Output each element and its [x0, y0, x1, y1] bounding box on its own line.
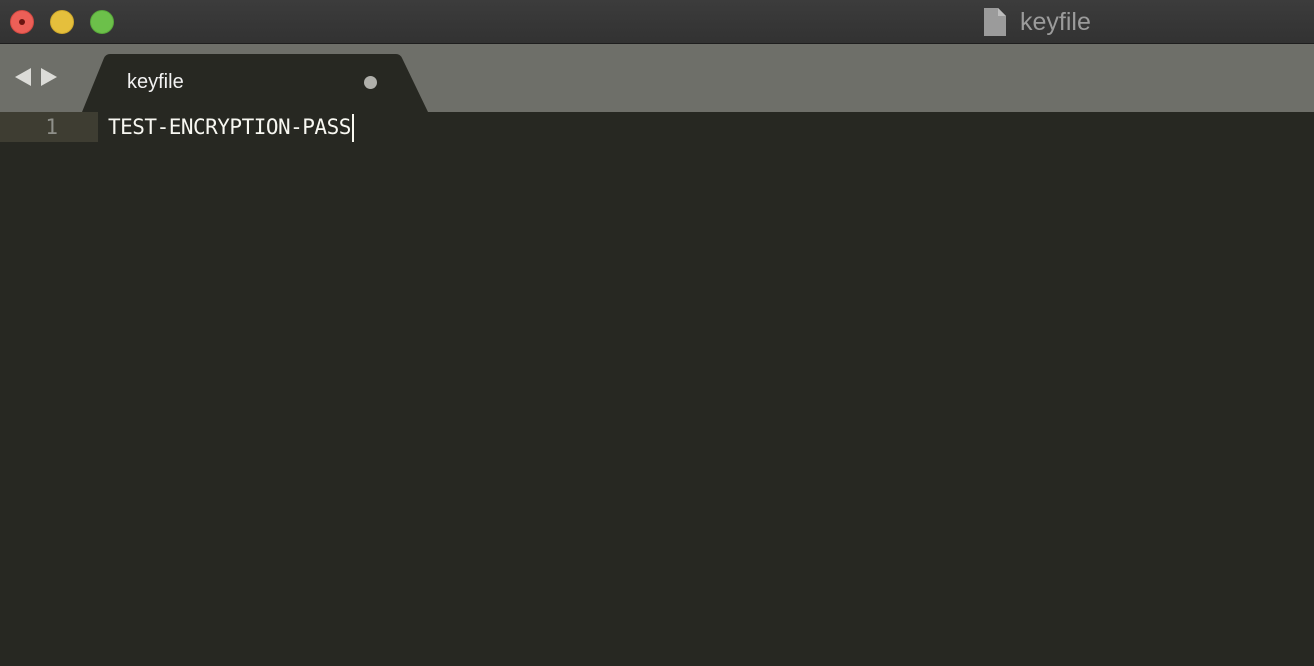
previous-tab-arrow-icon[interactable]: [15, 68, 31, 86]
title-bar: keyfile: [0, 0, 1314, 44]
code-line-text: TEST-ENCRYPTION-PASS: [108, 115, 351, 139]
editor-window: keyfile keyfile 1 TEST-ENCRYPTION-PASS: [0, 0, 1314, 666]
code-line[interactable]: TEST-ENCRYPTION-PASS: [108, 112, 354, 142]
window-title-group: keyfile: [984, 7, 1091, 37]
line-number: 1: [45, 115, 58, 139]
text-cursor: [351, 114, 354, 142]
window-title: keyfile: [1020, 8, 1091, 36]
text-editor[interactable]: 1 TEST-ENCRYPTION-PASS: [0, 112, 1314, 666]
document-icon: [984, 8, 1006, 36]
tab-navigation: [15, 68, 57, 86]
minimize-window-button[interactable]: [50, 10, 74, 34]
maximize-window-button[interactable]: [90, 10, 114, 34]
tab-keyfile[interactable]: keyfile: [82, 54, 428, 112]
next-tab-arrow-icon[interactable]: [41, 68, 57, 86]
unsaved-indicator-icon: [19, 19, 25, 25]
tab-label: keyfile: [127, 71, 184, 93]
tab-bar: keyfile: [0, 44, 1314, 112]
close-window-button[interactable]: [10, 10, 34, 34]
unsaved-dot-icon[interactable]: [364, 76, 377, 89]
